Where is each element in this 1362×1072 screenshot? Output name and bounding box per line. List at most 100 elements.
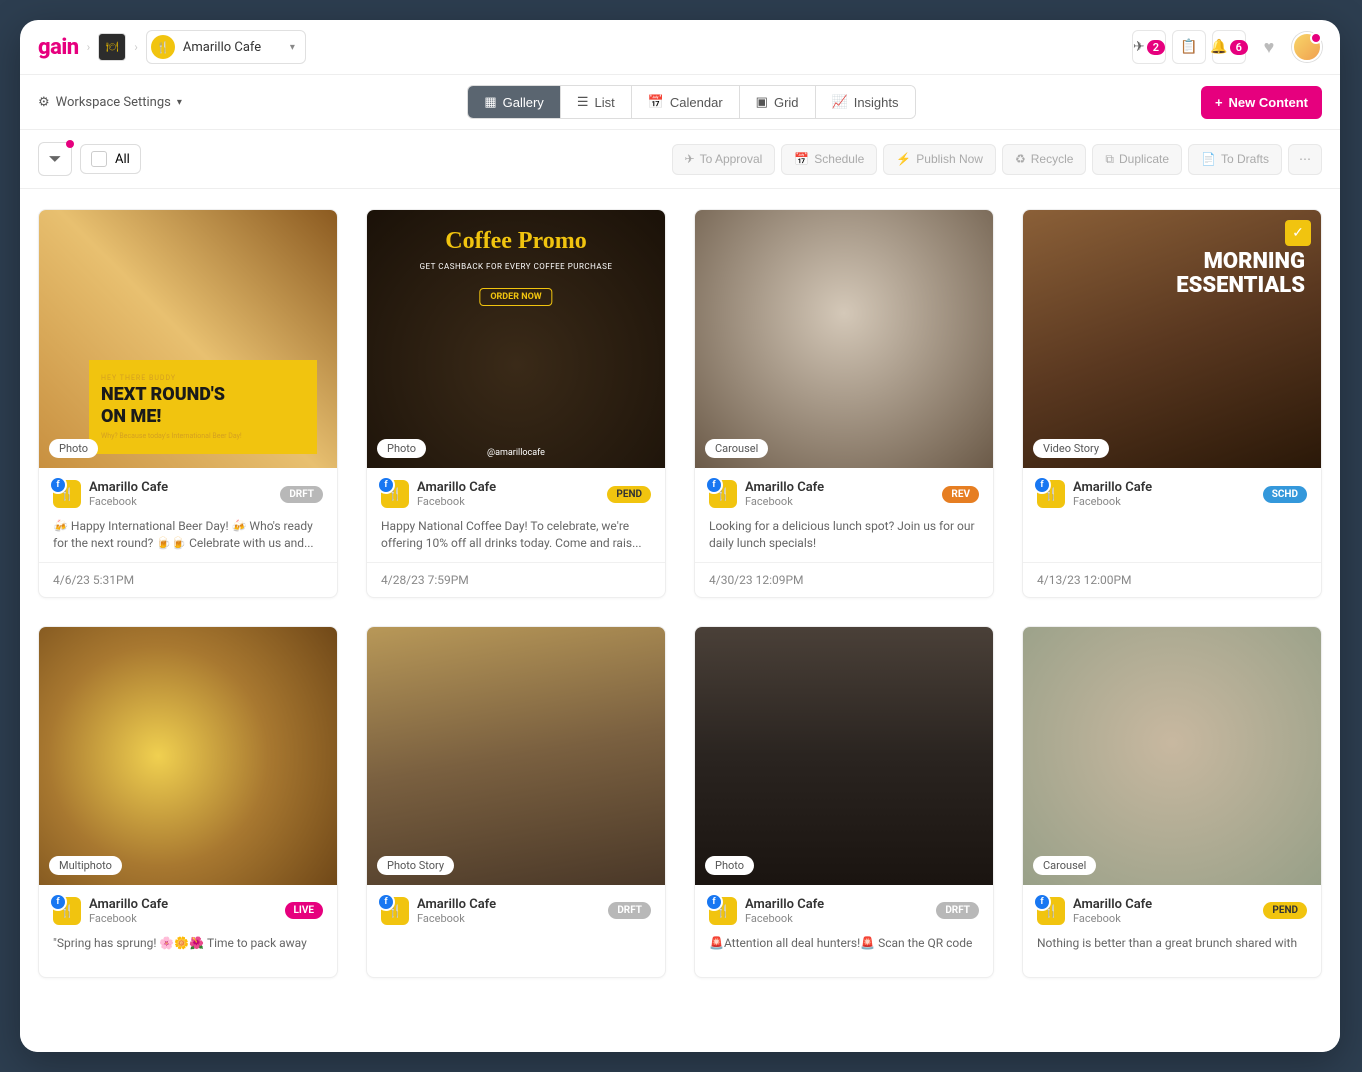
sub-bar: ⚙ Workspace Settings ▾ ▦Gallery ☰List 📅C… (20, 74, 1340, 130)
content-card[interactable]: Photo 🍴 Amarillo Cafe Facebook DRFT 🚨Att… (694, 626, 994, 978)
content-card[interactable]: HEY THERE BUDDY NEXT ROUND'S ON ME! Why?… (38, 209, 338, 598)
status-badge: DRFT (608, 902, 651, 919)
gallery-scroll[interactable]: HEY THERE BUDDY NEXT ROUND'S ON ME! Why?… (20, 189, 1340, 1052)
select-all-checkbox[interactable] (91, 151, 107, 167)
view-tabs: ▦Gallery ☰List 📅Calendar ▣Grid 📈Insights (467, 85, 915, 119)
schedule-button[interactable]: 📅Schedule (781, 144, 877, 175)
card-caption: Happy National Coffee Day! To celebrate,… (381, 518, 651, 552)
chevron-down-icon: ▾ (177, 97, 182, 108)
check-icon: ✓ (1285, 220, 1311, 246)
filter-button[interactable]: ⏷ (38, 142, 72, 176)
breadcrumb-sep-icon: › (134, 40, 138, 54)
content-type-chip: Video Story (1033, 439, 1109, 458)
bolt-icon: ⚡ (896, 152, 911, 166)
to-drafts-button[interactable]: 📄To Drafts (1188, 144, 1282, 175)
status-badge: PEND (607, 486, 651, 503)
card-title: Amarillo Cafe (89, 897, 277, 912)
content-type-chip: Photo (377, 439, 426, 458)
status-badge: LIVE (285, 902, 324, 919)
card-image: Photo Story (367, 627, 665, 885)
chart-icon: 📈 (832, 94, 848, 110)
card-caption: Nothing is better than a great brunch sh… (1037, 935, 1307, 967)
tab-grid[interactable]: ▣Grid (740, 86, 816, 118)
card-image: Carousel (695, 210, 993, 468)
tab-calendar[interactable]: 📅Calendar (632, 86, 740, 118)
card-image: Carousel (1023, 627, 1321, 885)
card-title: Amarillo Cafe (1073, 897, 1255, 912)
brand-avatar-icon: 🍴 (381, 480, 409, 508)
brand-avatar-icon: 🍴 (151, 35, 175, 59)
notif-count-badge: 6 (1230, 40, 1248, 55)
content-type-chip: Carousel (705, 439, 768, 458)
card-platform: Facebook (745, 912, 928, 925)
calendar-icon: 📅 (648, 94, 664, 110)
card-platform: Facebook (89, 912, 277, 925)
content-type-chip: Carousel (1033, 856, 1096, 875)
select-all-chip[interactable]: All (80, 144, 141, 174)
brand-avatar-icon: 🍴 (53, 480, 81, 508)
new-content-label: New Content (1229, 95, 1308, 110)
card-platform: Facebook (1073, 495, 1255, 508)
card-image: Multiphoto (39, 627, 337, 885)
card-date: 4/13/23 12:00PM (1023, 562, 1321, 597)
content-card[interactable]: Photo Story 🍴 Amarillo Cafe Facebook DRF… (366, 626, 666, 978)
card-platform: Facebook (417, 495, 599, 508)
promo-overlay: HEY THERE BUDDY NEXT ROUND'S ON ME! Why?… (89, 360, 317, 454)
status-badge: REV (942, 486, 979, 503)
favorites-button[interactable]: ♥ (1252, 30, 1286, 64)
content-card[interactable]: Carousel 🍴 Amarillo Cafe Facebook REV Lo… (694, 209, 994, 598)
status-badge: DRFT (936, 902, 979, 919)
brand-avatar-icon: 🍴 (709, 480, 737, 508)
promo-subtitle: GET CASHBACK FOR EVERY COFFEE PURCHASE (367, 262, 665, 271)
tab-list[interactable]: ☰List (561, 86, 632, 118)
send-notifications-button[interactable]: ✈ 2 (1132, 30, 1166, 64)
paper-plane-icon: ✈ (685, 152, 695, 166)
brand-avatar-icon: 🍴 (53, 897, 81, 925)
plus-icon: + (1215, 95, 1223, 110)
content-card[interactable]: Multiphoto 🍴 Amarillo Cafe Facebook LIVE… (38, 626, 338, 978)
ellipsis-icon: ⋯ (1299, 152, 1311, 166)
recycle-button[interactable]: ♻Recycle (1002, 144, 1086, 175)
card-date: 4/30/23 12:09PM (695, 562, 993, 597)
brand-avatar-icon: 🍴 (1037, 897, 1065, 925)
to-approval-button[interactable]: ✈To Approval (672, 144, 776, 175)
card-title: Amarillo Cafe (1073, 480, 1255, 495)
notifications-button[interactable]: 🔔 6 (1212, 30, 1246, 64)
card-image: HEY THERE BUDDY NEXT ROUND'S ON ME! Why?… (39, 210, 337, 468)
brand-avatar-icon: 🍴 (381, 897, 409, 925)
workspace-icon[interactable]: 🍽 (98, 33, 126, 61)
duplicate-button[interactable]: ⧉Duplicate (1092, 144, 1182, 175)
brand-selector[interactable]: 🍴 Amarillo Cafe ▾ (146, 30, 306, 64)
status-badge: PEND (1263, 902, 1307, 919)
funnel-icon: ⏷ (49, 149, 62, 169)
card-image: Coffee Promo GET CASHBACK FOR EVERY COFF… (367, 210, 665, 468)
app-logo[interactable]: gain (38, 35, 79, 60)
action-bar: ⏷ All ✈To Approval 📅Schedule ⚡Publish No… (20, 130, 1340, 189)
content-type-chip: Photo (705, 856, 754, 875)
brand-avatar-icon: 🍴 (1037, 480, 1065, 508)
user-avatar[interactable] (1292, 32, 1322, 62)
content-card[interactable]: Carousel 🍴 Amarillo Cafe Facebook PEND N… (1022, 626, 1322, 978)
card-title: Amarillo Cafe (745, 480, 934, 495)
workspace-settings-button[interactable]: ⚙ Workspace Settings ▾ (38, 95, 182, 110)
tab-gallery[interactable]: ▦Gallery (468, 86, 560, 118)
calendar-icon: 📅 (794, 152, 809, 166)
publish-now-button[interactable]: ⚡Publish Now (883, 144, 996, 175)
status-badge: SCHD (1263, 486, 1307, 503)
paper-plane-icon: ✈ (1133, 39, 1145, 55)
card-caption (1037, 518, 1307, 550)
chevron-down-icon: ▾ (290, 42, 295, 53)
archive-button[interactable]: 📋 (1172, 30, 1206, 64)
gear-icon: ⚙ (38, 95, 50, 110)
more-actions-button[interactable]: ⋯ (1288, 144, 1322, 175)
card-image: Photo (695, 627, 993, 885)
order-now-overlay: ORDER NOW (479, 288, 552, 306)
content-card[interactable]: ✓ MORNINGESSENTIALS Video Story 🍴 Amaril… (1022, 209, 1322, 598)
card-platform: Facebook (1073, 912, 1255, 925)
content-type-chip: Photo Story (377, 856, 454, 875)
content-card[interactable]: Coffee Promo GET CASHBACK FOR EVERY COFF… (366, 209, 666, 598)
tab-insights[interactable]: 📈Insights (816, 86, 915, 118)
clipboard-icon: 📋 (1180, 39, 1197, 55)
new-content-button[interactable]: + New Content (1201, 86, 1322, 119)
card-caption: 🚨Attention all deal hunters!🚨 Scan the Q… (709, 935, 979, 967)
